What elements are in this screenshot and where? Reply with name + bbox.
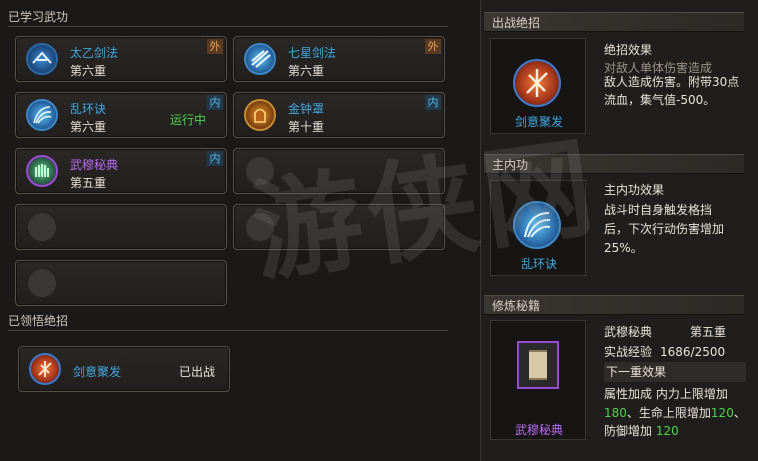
next-level-label: 下一重效果 [604, 362, 746, 382]
skill-card-taiyi[interactable]: 太乙剑法 第六重 外 [15, 36, 227, 82]
ultimate-icon-frame: 剑意聚发 [490, 38, 586, 134]
ultimate-effect-line: 敌人造成伤害。附带30点 [604, 75, 740, 89]
ultimate-effect-title: 绝招效果 [604, 43, 653, 57]
skill-name: 武穆秘典 [70, 158, 119, 172]
inner-effect-line: 后，下次行动伤害增加 [604, 222, 725, 236]
empty-skill-slot[interactable] [233, 204, 445, 250]
attr-value: 120 [710, 406, 734, 420]
golden-bell-icon [244, 99, 276, 131]
learned-skills-title: 已学习武功 [8, 10, 69, 24]
attr-text: 防御增加 [604, 424, 653, 438]
manual-header: 修炼秘籍 [484, 295, 744, 315]
skill-level: 第十重 [288, 120, 325, 134]
ultimate-skills-title: 已领悟绝招 [8, 314, 69, 328]
ultimate-icon-label: 剑意聚发 [514, 115, 563, 129]
ultimate-name: 剑意聚发 [73, 365, 122, 379]
skill-level: 第六重 [70, 120, 107, 134]
attr-line: 180、生命上限增加120、 [604, 403, 746, 423]
attr-value: 120 [655, 424, 679, 438]
seven-star-sword-icon [244, 43, 276, 75]
scroll-book-icon [517, 341, 559, 389]
skill-name: 金钟罩 [288, 102, 325, 116]
sword-swirl-icon [26, 43, 58, 75]
skill-name: 太乙剑法 [70, 46, 119, 60]
inner-icon-frame: 乱环诀 [490, 180, 586, 276]
burst-sword-icon [513, 59, 561, 107]
ultimate-header: 出战绝招 [484, 12, 744, 32]
internal-tag: 内 [207, 95, 223, 110]
divider [8, 330, 448, 331]
skill-card-qixing[interactable]: 七星剑法 第六重 外 [233, 36, 445, 82]
burst-sword-icon [29, 353, 61, 385]
divider [8, 26, 448, 27]
empty-slot-icon [244, 211, 276, 243]
empty-skill-slot[interactable] [15, 260, 227, 306]
empty-slot-icon [26, 211, 58, 243]
attr-line: 属性加成 内力上限增加 [604, 387, 728, 401]
running-status: 运行中 [169, 113, 206, 127]
attr-value: 180 [604, 406, 627, 420]
ultimate-effect-line: 流血，集气值-500。 [604, 93, 716, 107]
skill-level: 第五重 [70, 176, 107, 190]
attr-text: 、 [733, 406, 746, 420]
empty-slot-icon [244, 155, 276, 187]
manual-level: 第五重 [690, 325, 727, 339]
inner-skill-header: 主内功 [484, 154, 744, 174]
attr-line: 防御增加 120 [604, 421, 679, 441]
inner-icon-label: 乱环诀 [520, 257, 557, 271]
skill-name: 七星剑法 [288, 46, 337, 60]
skill-level: 第六重 [70, 64, 107, 78]
wave-fan-icon [513, 201, 561, 249]
skill-name: 乱环诀 [70, 102, 107, 116]
attr-text: 、生命上限增加 [626, 406, 711, 420]
exp-value: 1686/2500 [660, 345, 726, 359]
manual-name: 武穆秘典 [604, 325, 653, 339]
manual-icon-label: 武穆秘典 [514, 423, 563, 437]
wave-fan-icon [26, 99, 58, 131]
manual-icon-frame: 武穆秘典 [490, 320, 586, 440]
exp-label: 实战经验 [604, 345, 653, 359]
empty-skill-slot[interactable] [233, 148, 445, 194]
green-claw-icon [26, 155, 58, 187]
skill-card-luanhuan[interactable]: 乱环诀 第六重 内 运行中 [15, 92, 227, 138]
inner-effect-line: 战斗时自身触发格挡 [604, 203, 713, 217]
internal-tag: 内 [207, 151, 223, 166]
skill-card-wumu[interactable]: 武穆秘典 第五重 内 [15, 148, 227, 194]
ultimate-card[interactable]: 剑意聚发 已出战 [18, 346, 230, 392]
inner-effect-title: 主内功效果 [604, 183, 665, 197]
inner-effect-line: 25%。 [604, 241, 643, 255]
empty-slot-icon [26, 267, 58, 299]
skill-level: 第六重 [288, 64, 325, 78]
external-tag: 外 [425, 39, 441, 54]
internal-tag: 内 [425, 95, 441, 110]
skill-card-jinzhong[interactable]: 金钟罩 第十重 内 [233, 92, 445, 138]
empty-skill-slot[interactable] [15, 204, 227, 250]
external-tag: 外 [207, 39, 223, 54]
deployed-status: 已出战 [178, 365, 215, 379]
